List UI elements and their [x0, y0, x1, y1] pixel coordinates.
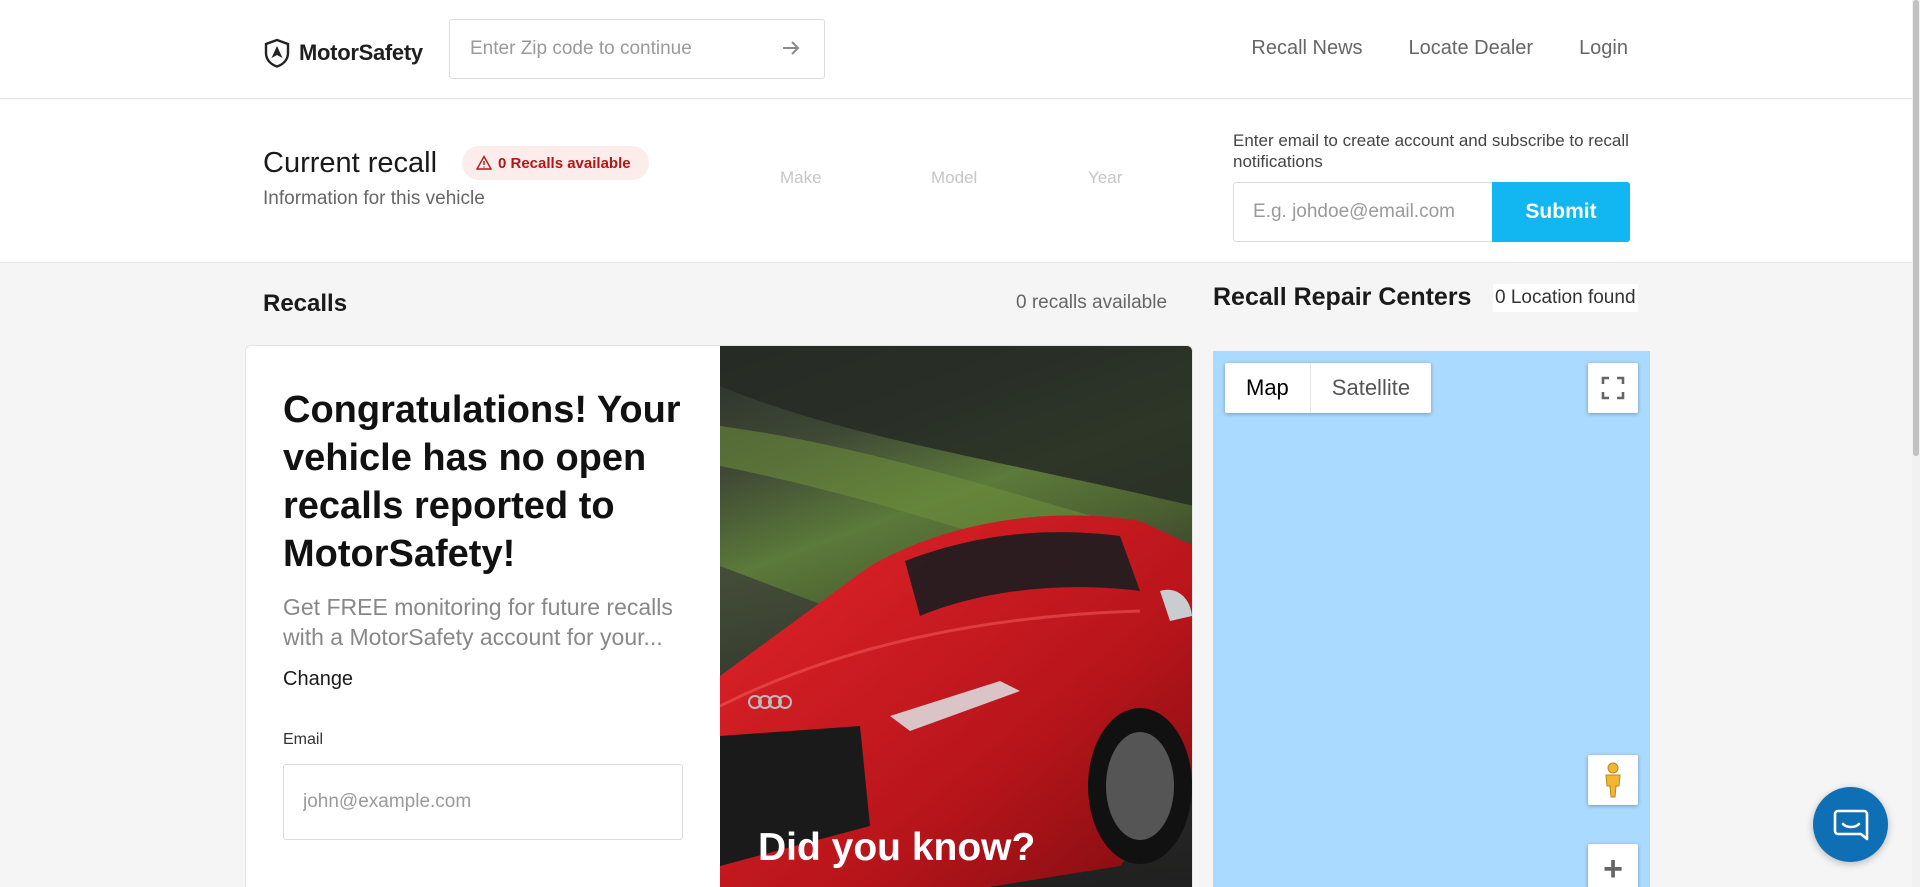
subscribe-label: Enter email to create account and subscr… [1233, 131, 1629, 171]
street-view-button[interactable] [1588, 755, 1638, 805]
nav-login[interactable]: Login [1579, 37, 1628, 60]
current-recall-band: Current recall 0 Recalls available Infor… [0, 100, 1920, 263]
email-label: Email [283, 731, 324, 748]
chat-icon [1833, 809, 1868, 840]
car-photo: Did you know? [720, 346, 1192, 887]
congrats-headline: Congratulations! Your vehicle has no ope… [283, 389, 681, 575]
arrow-right-icon[interactable] [780, 37, 804, 61]
subscribe-email-input[interactable] [1233, 182, 1492, 242]
recalls-badge-label: 0 Recalls available [498, 154, 631, 172]
map-type-map-button[interactable]: Map [1225, 363, 1311, 413]
recalls-count: 0 recalls available [1016, 292, 1168, 313]
fullscreen-button[interactable] [1588, 363, 1638, 413]
did-you-know-caption: Did you know? [758, 826, 1036, 869]
vehicle-year: Year [1088, 168, 1123, 187]
locations-count: 0 Location found [1493, 284, 1638, 312]
pegman-icon [1605, 762, 1621, 798]
card-email-input[interactable] [283, 764, 683, 840]
nav-recall-news[interactable]: Recall News [1251, 37, 1362, 60]
brand-name: MotorSafety [299, 40, 423, 65]
monitor-text: Get FREE monitoring for future recalls w… [283, 594, 673, 650]
current-recall-title: Current recall [263, 147, 438, 179]
brand-logo[interactable]: MotorSafety [263, 38, 423, 68]
zip-input[interactable] [470, 38, 780, 60]
map-type-toggle: Map Satellite [1225, 363, 1432, 413]
scrollbar-thumb[interactable] [1913, 0, 1919, 456]
zip-search-box [449, 19, 825, 79]
recalls-title: Recalls [263, 290, 348, 317]
nav-locate-dealer[interactable]: Locate Dealer [1409, 37, 1534, 60]
main-nav: Recall News Locate Dealer Login [1251, 37, 1628, 60]
shield-logo-icon [264, 38, 290, 68]
repair-centers-map[interactable]: Map Satellite + [1213, 351, 1650, 887]
site-header: MotorSafety Recall News Locate Dealer Lo… [0, 0, 1920, 99]
current-recall-subtitle: Information for this vehicle [263, 188, 485, 209]
warning-icon [476, 155, 492, 170]
vehicle-make: Make [780, 168, 822, 187]
fullscreen-icon [1601, 376, 1625, 400]
card-content: Congratulations! Your vehicle has no ope… [246, 346, 720, 887]
car-illustration [720, 346, 1192, 887]
vehicle-model: Model [931, 168, 978, 187]
zoom-in-button[interactable]: + [1588, 844, 1638, 887]
chat-launcher-button[interactable] [1813, 787, 1888, 862]
change-link[interactable]: Change [283, 668, 353, 691]
submit-button[interactable]: Submit [1492, 182, 1630, 242]
repair-centers-title: Recall Repair Centers [1213, 283, 1472, 311]
map-type-satellite-button[interactable]: Satellite [1311, 363, 1431, 413]
no-recalls-card: Congratulations! Your vehicle has no ope… [245, 345, 1193, 887]
recalls-badge: 0 Recalls available [462, 146, 649, 180]
